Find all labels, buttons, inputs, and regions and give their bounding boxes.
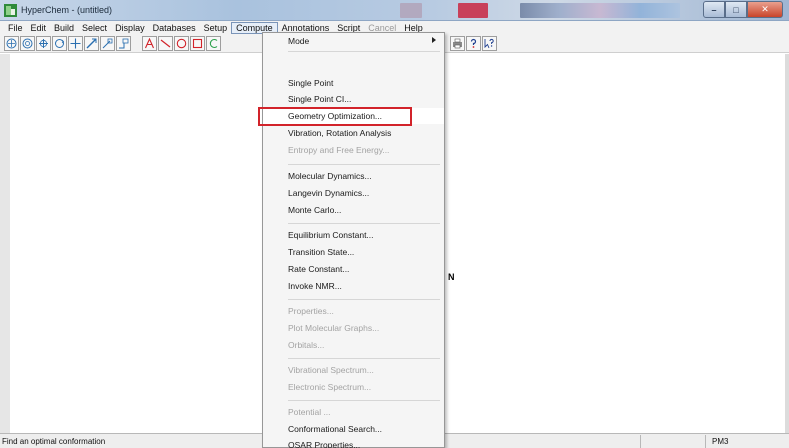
line-annotation-icon	[160, 39, 171, 48]
help-button[interactable]	[466, 36, 481, 51]
rotate-in-plane-button[interactable]	[52, 36, 67, 51]
menu-item-single-point[interactable]: Single Point	[263, 75, 444, 91]
minimize-button[interactable]: –	[703, 1, 725, 18]
menu-item-plot-molecular-graphs[interactable]: Plot Molecular Graphs...	[263, 320, 444, 336]
help-icon	[470, 38, 477, 48]
z-clip-icon	[119, 38, 129, 49]
menu-item-langevin-dynamics[interactable]: Langevin Dynamics...	[263, 185, 444, 201]
submenu-arrow-icon	[432, 37, 436, 43]
rotate-in-plane-icon	[55, 39, 65, 48]
z-translate-icon	[86, 38, 97, 49]
print-icon	[453, 38, 462, 49]
menu-item-single-point-ci[interactable]: Single Point CI...	[263, 91, 444, 107]
context-help-button[interactable]	[482, 36, 497, 51]
draw-tool-icon	[6, 38, 17, 49]
rotate-out-of-plane-button[interactable]	[36, 36, 51, 51]
select-tool-icon	[22, 38, 33, 49]
text-annotation-button[interactable]	[142, 36, 157, 51]
menu-item-monte-carlo[interactable]: Monte Carlo...	[263, 202, 444, 218]
menu-item-rate-constant[interactable]: Rate Constant...	[263, 261, 444, 277]
maximize-icon: □	[733, 4, 739, 15]
title-bar: HyperChem - (untitled) – □ ✕	[0, 0, 789, 21]
menu-item-equilibrium-constant[interactable]: Equilibrium Constant...	[263, 227, 444, 243]
z-translate-button[interactable]	[84, 36, 99, 51]
select-tool-button[interactable]	[20, 36, 35, 51]
menu-separator	[288, 358, 440, 359]
menu-separator	[288, 223, 440, 224]
titlebar-decoration	[520, 3, 680, 18]
translate-tool-icon	[70, 38, 81, 49]
menu-separator	[288, 51, 440, 52]
line-annotation-button[interactable]	[158, 36, 173, 51]
menu-edit[interactable]: Edit	[27, 22, 51, 34]
context-help-icon	[484, 38, 494, 49]
menu-select[interactable]: Select	[78, 22, 111, 34]
menu-item-vibration-rotation-analysis[interactable]: Vibration, Rotation Analysis	[263, 125, 444, 141]
menu-item-entropy-free-energy[interactable]: Entropy and Free Energy...	[263, 142, 444, 158]
close-icon: ✕	[761, 4, 769, 14]
menu-item-geometry-optimization[interactable]: Geometry Optimization...	[263, 108, 444, 124]
status-message: Find an optimal conformation	[2, 437, 106, 446]
status-cell	[640, 435, 705, 448]
menu-separator	[288, 299, 440, 300]
rotate-out-of-plane-icon	[39, 39, 48, 48]
menu-item-electronic-spectrum[interactable]: Electronic Spectrum...	[263, 379, 444, 395]
menu-item-invoke-nmr[interactable]: Invoke NMR...	[263, 278, 444, 294]
menu-item-properties[interactable]: Properties...	[263, 303, 444, 319]
menu-item-qsar-properties[interactable]: QSAR Properties...	[263, 437, 444, 448]
workspace-right-border	[785, 54, 789, 433]
titlebar-decoration	[400, 3, 422, 18]
status-method: PM3	[712, 437, 729, 446]
minimize-icon: –	[711, 4, 717, 15]
rectangle-annotation-button[interactable]	[190, 36, 205, 51]
menu-item-orbitals[interactable]: Orbitals...	[263, 337, 444, 353]
hyperchem-app-icon	[4, 4, 17, 17]
close-button[interactable]: ✕	[747, 1, 783, 18]
menu-item-mode[interactable]: Mode	[263, 33, 444, 49]
translate-tool-button[interactable]	[68, 36, 83, 51]
text-annotation-icon	[144, 38, 155, 49]
menu-databases[interactable]: Databases	[149, 22, 200, 34]
menu-item-vibrational-spectrum[interactable]: Vibrational Spectrum...	[263, 362, 444, 378]
partial-tool-icon	[209, 38, 218, 49]
print-button[interactable]	[450, 36, 465, 51]
menu-item-conformational-search[interactable]: Conformational Search...	[263, 421, 444, 437]
menu-separator	[288, 164, 440, 165]
window-title: HyperChem - (untitled)	[21, 5, 113, 15]
rectangle-annotation-icon	[192, 38, 203, 49]
menu-item-transition-state[interactable]: Transition State...	[263, 244, 444, 260]
menu-display[interactable]: Display	[111, 22, 149, 34]
compute-menu-dropdown: Mode Single Point Single Point CI... Geo…	[262, 32, 445, 448]
menu-build[interactable]: Build	[50, 22, 78, 34]
menu-separator	[288, 400, 440, 401]
ellipse-annotation-icon	[176, 38, 187, 49]
z-clip-button[interactable]	[116, 36, 131, 51]
partial-tool-button[interactable]	[206, 36, 221, 51]
zoom-tool-button[interactable]	[100, 36, 115, 51]
zoom-tool-icon	[102, 38, 113, 49]
titlebar-decoration	[458, 3, 488, 18]
workspace-left-border	[0, 54, 10, 433]
menu-item-potential[interactable]: Potential ...	[263, 404, 444, 420]
atom-label[interactable]: N	[448, 272, 455, 282]
ellipse-annotation-button[interactable]	[174, 36, 189, 51]
menu-setup[interactable]: Setup	[200, 22, 232, 34]
menu-file[interactable]: File	[4, 22, 27, 34]
maximize-button[interactable]: □	[725, 1, 747, 18]
menu-item-molecular-dynamics[interactable]: Molecular Dynamics...	[263, 168, 444, 184]
draw-tool-button[interactable]	[4, 36, 19, 51]
window-controls: – □ ✕	[703, 1, 783, 18]
